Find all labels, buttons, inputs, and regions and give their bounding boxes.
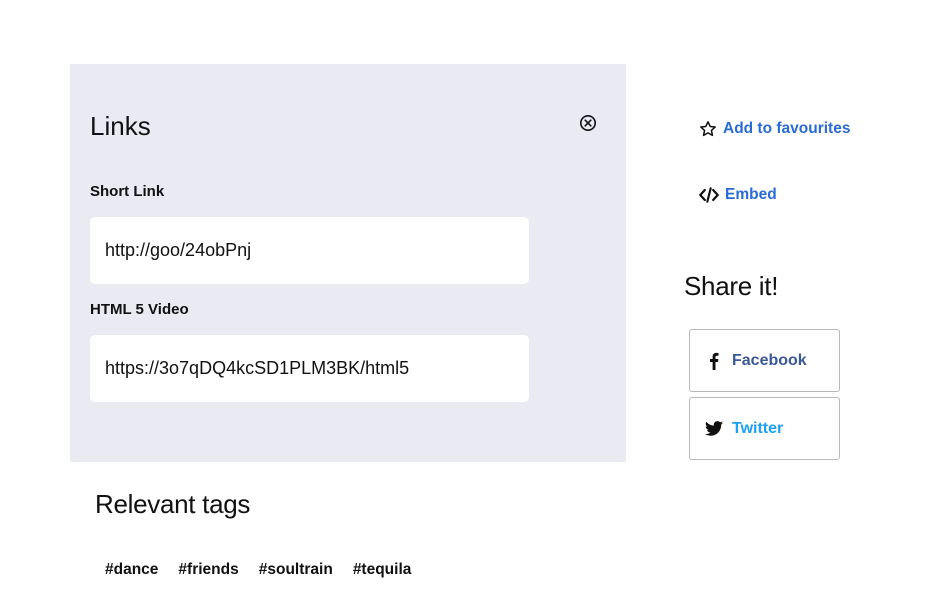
star-outline-icon [699,120,717,138]
facebook-share-button[interactable]: Facebook [689,329,840,392]
tags-list: #dance #friends #soultrain #tequila [105,561,431,579]
links-panel: Links Short Link HTML 5 Video [70,64,626,462]
share-title: Share it! [684,271,779,301]
twitter-share-button[interactable]: Twitter [689,397,840,460]
facebook-label: Facebook [732,351,807,369]
twitter-icon [704,421,724,436]
tag-friends[interactable]: #friends [178,561,238,579]
short-link-label: Short Link [90,183,165,200]
relevant-tags-title: Relevant tags [95,489,251,519]
add-to-favourites-link[interactable]: Add to favourites [699,120,850,138]
tag-dance[interactable]: #dance [105,561,158,579]
html5-video-field[interactable] [90,335,529,402]
tag-tequila[interactable]: #tequila [353,561,412,579]
facebook-icon [704,352,724,370]
embed-link[interactable]: Embed [699,186,777,204]
tag-soultrain[interactable]: #soultrain [259,561,333,579]
html5-video-label: HTML 5 Video [90,301,189,318]
links-panel-title: Links [90,111,151,141]
short-link-field[interactable] [90,217,529,284]
code-icon [699,186,719,204]
embed-label: Embed [725,186,777,203]
twitter-label: Twitter [732,419,784,437]
close-icon[interactable] [579,114,597,132]
add-to-favourites-label: Add to favourites [723,120,851,137]
